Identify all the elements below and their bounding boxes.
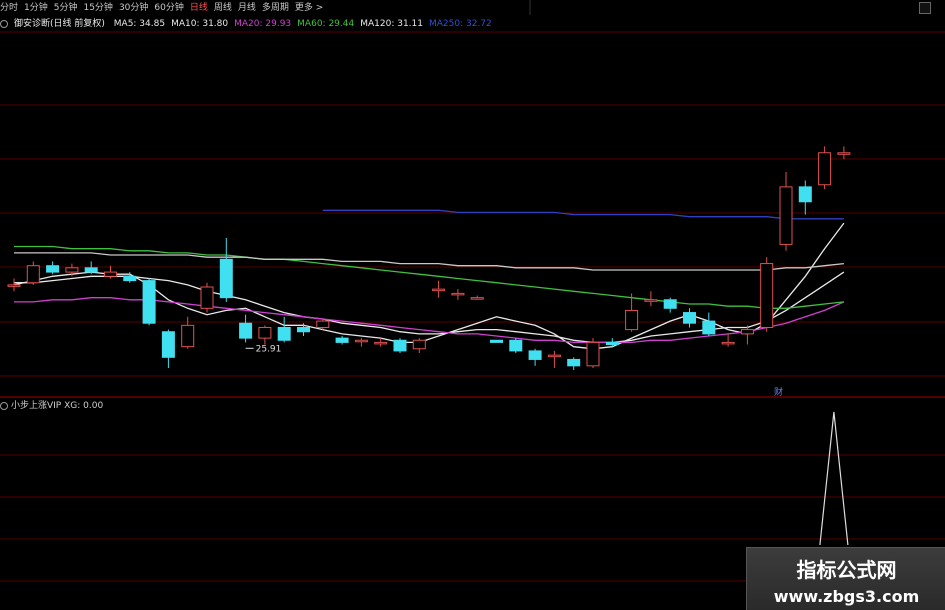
watermark-url: www.zbgs3.com	[773, 587, 920, 606]
chart-title: 御安诊断(日线 前复权)	[14, 19, 105, 29]
candle-body	[84, 267, 98, 273]
watermark-title: 指标公式网	[796, 558, 897, 582]
candle-body	[470, 297, 484, 300]
ma-value-5: MA250: 32.72	[428, 19, 492, 29]
candle-body	[818, 152, 832, 186]
ma-line-ma20	[14, 297, 845, 344]
finance-event-marker: 财	[774, 386, 783, 398]
tab-period-10[interactable]: 更多 >	[295, 3, 323, 13]
moving-average-legend: 御安诊断(日线 前复权) MA5: 34.85 MA10: 31.80 MA20: …	[0, 17, 504, 31]
tab-period-5[interactable]: 60分钟	[154, 3, 183, 13]
ma-line-ma10	[14, 271, 845, 344]
ma-line-ma5	[13, 222, 845, 350]
candle-body	[702, 320, 716, 335]
candle-body	[239, 322, 253, 339]
candle-body	[200, 286, 214, 309]
candle-body	[740, 329, 754, 335]
candle-body	[46, 265, 60, 273]
candle-body	[547, 354, 561, 358]
ma-line-ma250	[322, 209, 844, 220]
candle-body	[335, 337, 349, 343]
tab-period-1[interactable]: 1分钟	[24, 3, 48, 13]
tab-period-3[interactable]: 15分钟	[83, 3, 112, 13]
candle-body	[219, 258, 233, 299]
candle-body	[644, 299, 658, 302]
candle-body	[567, 358, 581, 367]
candle-body	[142, 280, 156, 324]
candle-body	[490, 339, 503, 343]
candle-body	[779, 186, 793, 245]
candle-body	[297, 326, 310, 333]
tab-period-7[interactable]: 周线	[214, 3, 232, 13]
candle-body	[605, 341, 619, 346]
candle-body	[837, 152, 851, 155]
candle-body	[26, 265, 40, 284]
tab-period-9[interactable]: 多周期	[262, 3, 289, 13]
tab-period-2[interactable]: 5分钟	[54, 3, 78, 13]
ma-value-3: MA60: 29.44	[297, 19, 355, 29]
tab-period-4[interactable]: 30分钟	[119, 3, 148, 13]
candle-body	[181, 324, 195, 348]
period-tab-bar: 分时 1分钟 5分钟 15分钟 30分钟 60分钟 日线 周线 月线 多周期 更多 >	[0, 0, 945, 16]
candle-body	[65, 267, 79, 273]
indicator-settings-icon[interactable]	[0, 401, 8, 410]
candle-body	[161, 331, 175, 358]
ma-value-0: MA5: 34.85	[113, 19, 166, 29]
tab-period-6[interactable]: 日线	[190, 3, 208, 13]
ma-values: MA5: 34.85 MA10: 31.80 MA20: 29.93 MA60: 29…	[114, 19, 498, 29]
low-price-label: 25.91	[256, 344, 282, 354]
ma-value-1: MA10: 31.80	[171, 19, 229, 29]
candle-body	[683, 312, 696, 324]
tab-period-0[interactable]: 分时	[0, 3, 18, 13]
candle-body	[760, 263, 774, 328]
candle-body	[374, 341, 388, 345]
candle-body	[258, 326, 272, 339]
candle-body	[586, 341, 600, 367]
settings-circle-icon[interactable]	[0, 19, 8, 28]
candle-body	[316, 320, 330, 328]
candle-body	[798, 186, 812, 203]
candle-body	[277, 326, 291, 341]
candle-body	[625, 309, 639, 331]
candle-body	[104, 271, 117, 277]
candle-body	[123, 275, 137, 282]
watermark: 指标公式网 www.zbgs3.com	[746, 547, 945, 610]
panel-toggle-checkbox[interactable]	[919, 2, 931, 14]
ma-value-2: MA20: 29.93	[234, 19, 292, 29]
candle-body	[663, 299, 677, 309]
candle-body	[393, 339, 407, 352]
tab-period-8[interactable]: 月线	[238, 3, 256, 13]
indicator-spike	[819, 411, 849, 546]
candle-body	[528, 350, 542, 360]
candle-body	[7, 284, 21, 287]
candle-body	[432, 288, 446, 292]
candle-body	[412, 339, 426, 350]
ma-value-4: MA120: 31.11	[360, 19, 423, 29]
kline-chart-canvas[interactable]: 25.91 财	[0, 0, 945, 609]
indicator-legend: 小步上涨VIP XG: 0.00	[0, 399, 103, 413]
indicator-label: 小步上涨VIP XG: 0.00	[11, 401, 104, 411]
candle-body	[509, 339, 523, 352]
candle-body	[451, 292, 465, 296]
candle-body	[354, 339, 368, 343]
candle-body	[721, 341, 735, 345]
